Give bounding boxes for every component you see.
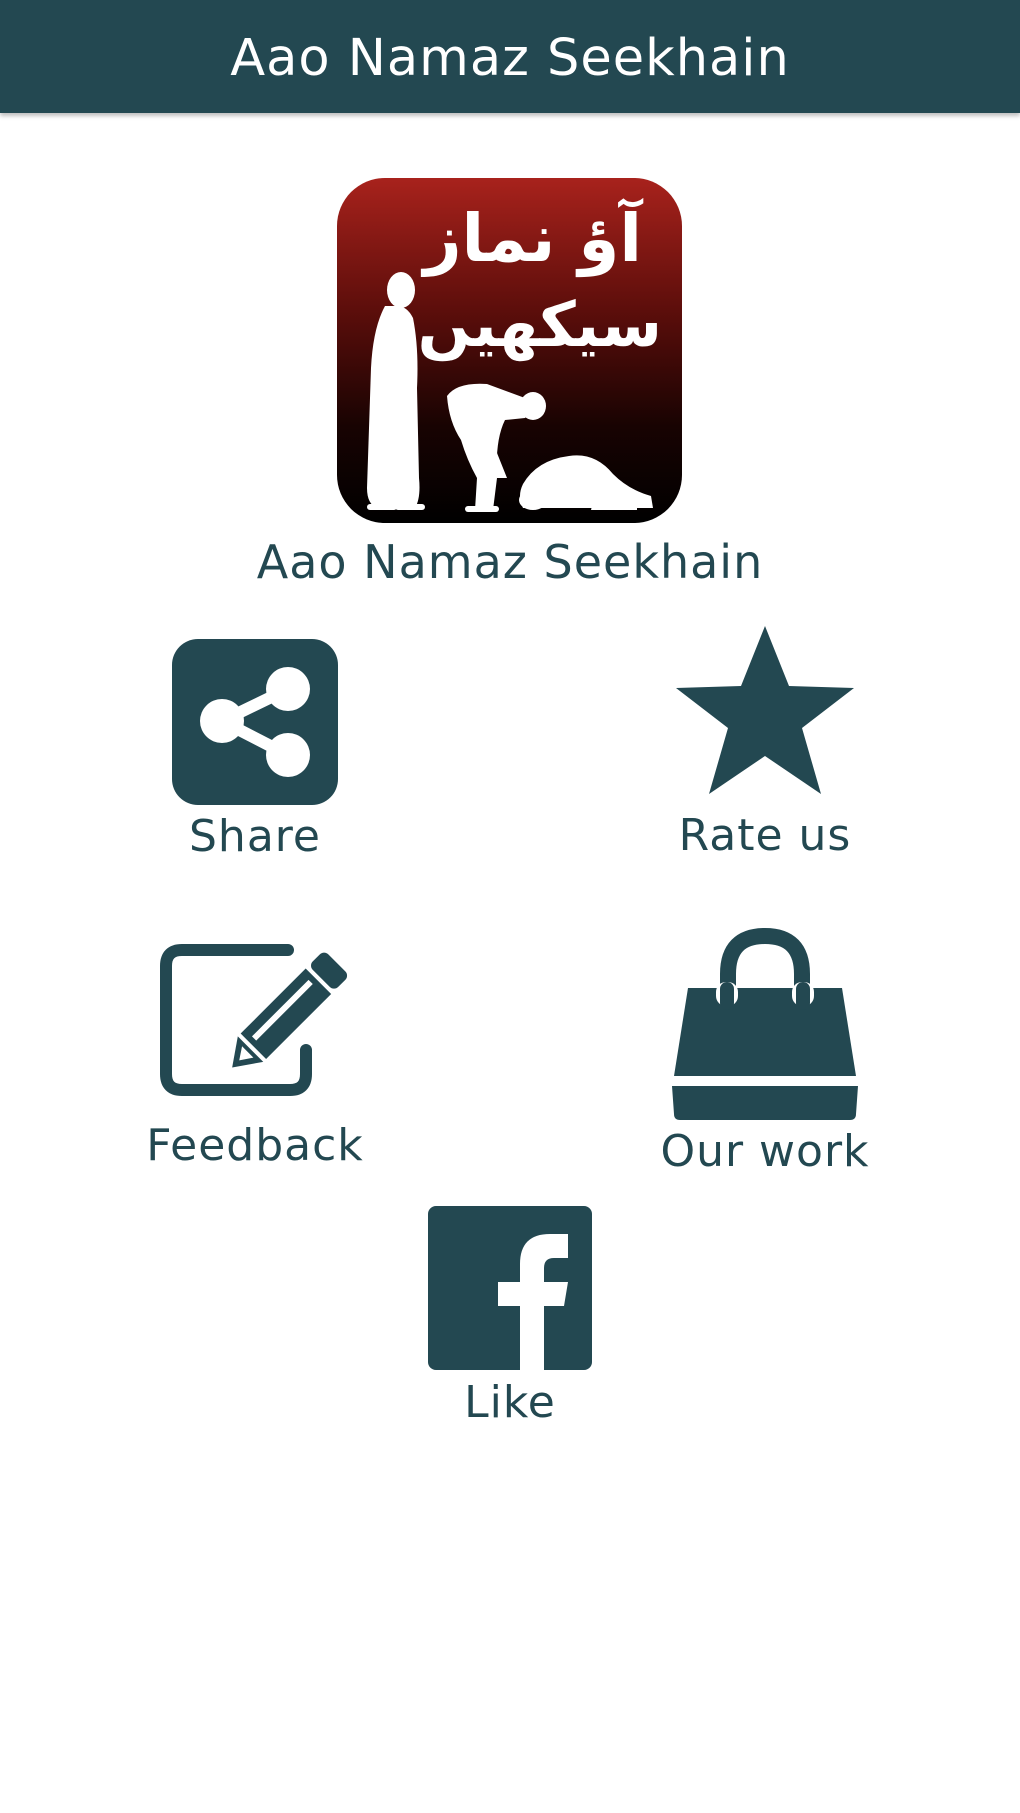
share-label: Share xyxy=(189,811,321,862)
facebook-icon xyxy=(428,1206,592,1370)
like-label: Like xyxy=(464,1377,556,1428)
rate-us-label: Rate us xyxy=(678,810,852,861)
share-icon xyxy=(172,639,338,805)
facebook-like-button[interactable]: Like xyxy=(410,1205,610,1435)
app-logo: آؤ نماز سیکھیں xyxy=(337,178,682,523)
shopping-bag-icon xyxy=(668,928,862,1124)
praying-figures-illustration xyxy=(367,272,653,512)
app-name-label: Aao Namaz Seekhain xyxy=(256,535,764,589)
our-work-label: Our work xyxy=(660,1126,870,1177)
feedback-button[interactable]: Feedback xyxy=(130,940,380,1180)
app-bar: Aao Namaz Seekhain xyxy=(0,0,1020,113)
feedback-label: Feedback xyxy=(146,1120,364,1171)
our-work-button[interactable]: Our work xyxy=(640,928,890,1178)
rate-us-button[interactable]: Rate us xyxy=(650,626,880,876)
star-icon xyxy=(674,626,856,800)
edit-icon xyxy=(158,940,352,1096)
share-button[interactable]: Share xyxy=(140,633,370,873)
app-bar-title: Aao Namaz Seekhain xyxy=(230,29,790,88)
main-screen: Aao Namaz Seekhain آؤ نماز سیکھیں Aao Na… xyxy=(0,0,1020,1813)
